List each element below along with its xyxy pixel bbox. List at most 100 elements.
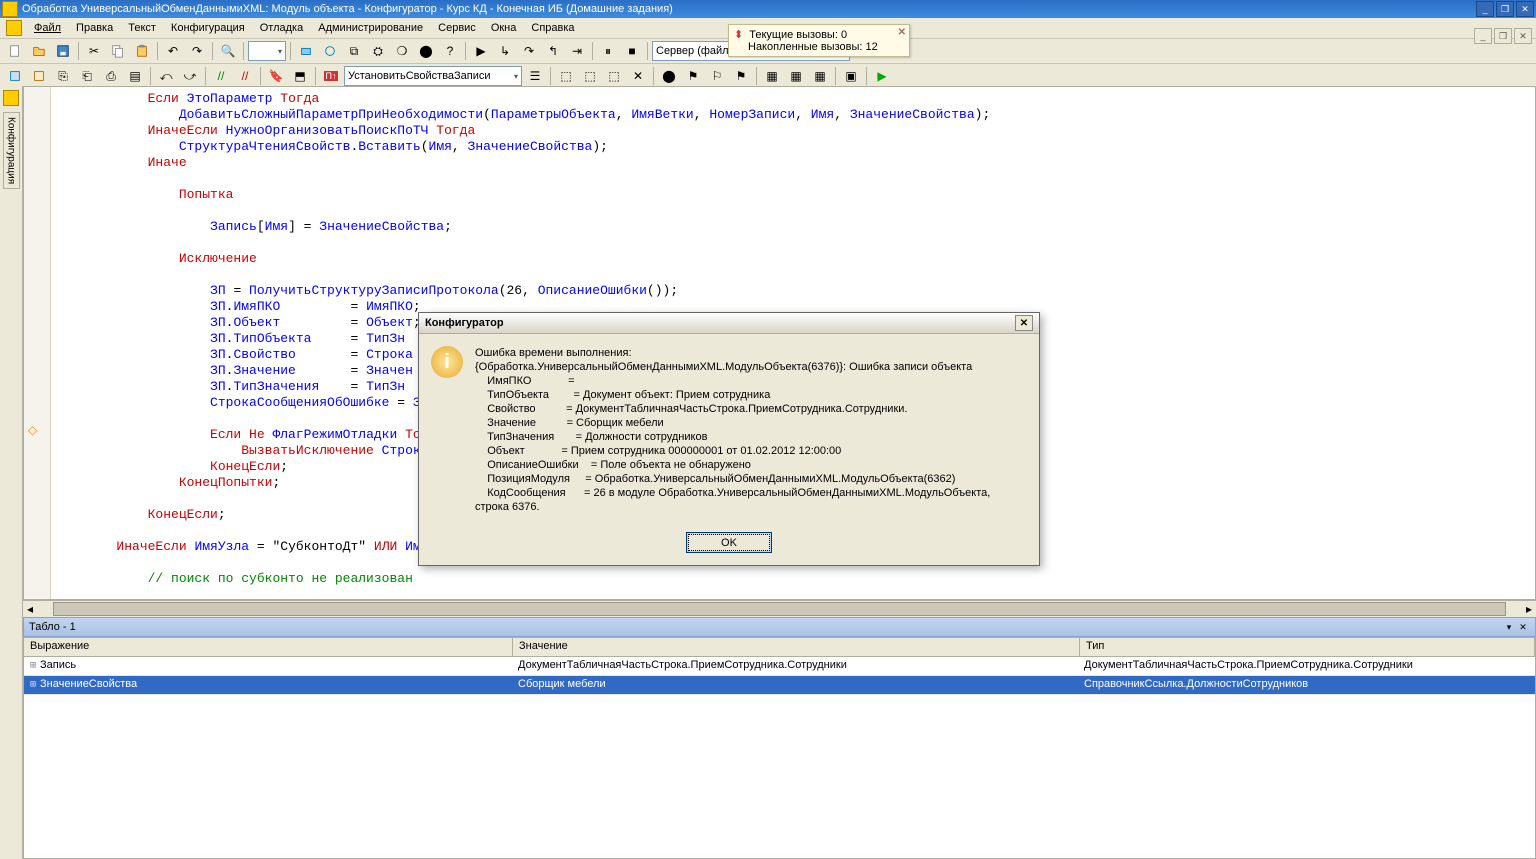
child-window-buttons: _ ❐ ✕ xyxy=(1474,28,1532,44)
minimize-button[interactable]: _ xyxy=(1476,1,1494,17)
sidebar-tab-config[interactable]: Конфигурация xyxy=(3,112,20,189)
calls-info-balloon: ⬍ Текущие вызовы: 0 Накопленные вызовы: … xyxy=(728,24,910,57)
gutter: ◇ xyxy=(24,87,51,599)
tb2-icon-5[interactable]: ⎙ xyxy=(100,65,122,87)
child-minimize-button[interactable]: _ xyxy=(1474,28,1492,44)
debug-stepover-icon[interactable]: ↷ xyxy=(518,40,540,62)
tb2-icon-3[interactable]: ⎘ xyxy=(52,65,74,87)
ok-button[interactable]: OK xyxy=(686,532,772,553)
run-icon[interactable]: ▶ xyxy=(871,65,893,87)
debug-stop-icon[interactable]: ■ xyxy=(621,40,643,62)
copy-icon[interactable] xyxy=(107,40,129,62)
proc-next-icon[interactable]: ☰ xyxy=(524,65,546,87)
restore-button[interactable]: ❐ xyxy=(1496,1,1514,17)
tb2-icon-2[interactable] xyxy=(28,65,50,87)
table-row[interactable]: ⊞ЗначениеСвойства Сборщик мебели Справоч… xyxy=(24,676,1535,695)
menu-edit[interactable]: Правка xyxy=(69,20,120,36)
child-restore-button[interactable]: ❐ xyxy=(1494,28,1512,44)
procedure-combo[interactable]: УстановитьСвойстваЗаписи▾ xyxy=(344,66,522,86)
tb2-icon-8[interactable]: ⤻ xyxy=(179,65,201,87)
menu-service[interactable]: Сервис xyxy=(431,20,483,36)
tb-icon-2[interactable] xyxy=(319,40,341,62)
panel-close-icon[interactable]: ✕ xyxy=(1516,620,1530,634)
dialog-titlebar: Конфигуратор ✕ xyxy=(419,313,1039,334)
current-line-marker: ◇ xyxy=(28,423,37,437)
tb2-icon-13[interactable]: ✕ xyxy=(627,65,649,87)
menu-icon xyxy=(6,20,22,36)
close-button[interactable]: ✕ xyxy=(1516,1,1534,17)
menu-help[interactable]: Справка xyxy=(524,20,581,36)
menu-file[interactable]: Файл xyxy=(27,20,68,36)
tb2-icon-11[interactable]: ⬚ xyxy=(579,65,601,87)
dialog-message: Ошибка времени выполнения: {Обработка.Ун… xyxy=(475,346,1027,514)
tb2-icon-6[interactable]: ▤ xyxy=(124,65,146,87)
debug-stepout-icon[interactable]: ↰ xyxy=(542,40,564,62)
open-icon[interactable] xyxy=(28,40,50,62)
zoom-combo[interactable]: ▾ xyxy=(248,41,286,61)
watch-panel-label: Табло - 1 xyxy=(29,621,76,633)
find-icon[interactable]: 🔍 xyxy=(217,40,239,62)
error-dialog: Конфигуратор ✕ i Ошибка времени выполнен… xyxy=(418,312,1040,566)
tb2-icon-12[interactable]: ⬚ xyxy=(603,65,625,87)
tb2-icon-1[interactable] xyxy=(4,65,26,87)
dialog-close-button[interactable]: ✕ xyxy=(1015,315,1033,331)
tb2-icon-10[interactable]: ⬚ xyxy=(555,65,577,87)
menu-admin[interactable]: Администрирование xyxy=(311,20,430,36)
paste-icon[interactable] xyxy=(131,40,153,62)
help-icon[interactable]: ? xyxy=(439,40,461,62)
flag-icon[interactable]: ⚑ xyxy=(682,65,704,87)
flag2-icon[interactable]: ⚐ xyxy=(706,65,728,87)
watch-panel-title: Табло - 1 ▾ ✕ xyxy=(23,617,1536,637)
tb2-icon-9[interactable]: ⬒ xyxy=(289,65,311,87)
table-row[interactable]: ⊞Запись ДокументТабличнаяЧастьСтрока.При… xyxy=(24,657,1535,676)
tb2-icon-7[interactable]: ⤺ xyxy=(155,65,177,87)
comment-icon[interactable]: // xyxy=(210,65,232,87)
redo-icon[interactable]: ↷ xyxy=(186,40,208,62)
save-icon[interactable] xyxy=(52,40,74,62)
tb2-icon-15[interactable]: ▦ xyxy=(785,65,807,87)
bookmark-icon[interactable]: 🔖 xyxy=(265,65,287,87)
balloon-icon: ⬍ xyxy=(734,29,743,41)
flag3-icon[interactable]: ⚑ xyxy=(730,65,752,87)
info-icon: i xyxy=(431,346,463,378)
tb-icon-1[interactable] xyxy=(295,40,317,62)
tb2-icon-4[interactable]: ⎗ xyxy=(76,65,98,87)
menu-text[interactable]: Текст xyxy=(121,20,163,36)
tb2-icon-16[interactable]: ▦ xyxy=(809,65,831,87)
proc-prev-icon[interactable]: П↑ xyxy=(320,65,342,87)
grid-header: Выражение Значение Тип xyxy=(24,638,1535,657)
window-title: Обработка УниверсальныйОбменДаннымиXML: … xyxy=(22,3,673,15)
horizontal-scrollbar[interactable]: ◂▸ xyxy=(23,600,1536,617)
debug-pause-icon[interactable]: ⏸ xyxy=(597,40,619,62)
sidebar: Конфигурация xyxy=(0,86,23,859)
balloon-close-icon[interactable]: ✕ xyxy=(898,27,906,38)
uncomment-icon[interactable]: // xyxy=(234,65,256,87)
tb-icon-6[interactable]: ⬤ xyxy=(415,40,437,62)
sidebar-icon[interactable] xyxy=(3,90,19,106)
child-close-button[interactable]: ✕ xyxy=(1514,28,1532,44)
menu-config[interactable]: Конфигурация xyxy=(164,20,252,36)
undo-icon[interactable]: ↶ xyxy=(162,40,184,62)
debug-start-icon[interactable]: ▶ xyxy=(470,40,492,62)
tb-icon-4[interactable]: ⛭ xyxy=(367,40,389,62)
header-expression[interactable]: Выражение xyxy=(24,638,513,656)
balloon-line1: Текущие вызовы: 0 xyxy=(749,29,847,41)
header-value[interactable]: Значение xyxy=(513,638,1080,656)
panel-pin-icon[interactable]: ▾ xyxy=(1502,620,1516,634)
watch-grid[interactable]: Выражение Значение Тип ⊞Запись ДокументТ… xyxy=(23,637,1536,859)
tb2-icon-14[interactable]: ▦ xyxy=(761,65,783,87)
tb2-icon-17[interactable]: ▣ xyxy=(840,65,862,87)
debug-stepinto-icon[interactable]: ↳ xyxy=(494,40,516,62)
cut-icon[interactable]: ✂ xyxy=(83,40,105,62)
menu-debug[interactable]: Отладка xyxy=(253,20,310,36)
breakpoint-icon[interactable]: ⬤ xyxy=(658,65,680,87)
tb-icon-3[interactable]: ⧉ xyxy=(343,40,365,62)
menu-windows[interactable]: Окна xyxy=(484,20,524,36)
debug-cursor-icon[interactable]: ⇥ xyxy=(566,40,588,62)
balloon-line2: Накопленные вызовы: 12 xyxy=(748,41,878,53)
dialog-title: Конфигуратор xyxy=(425,317,504,329)
header-type[interactable]: Тип xyxy=(1080,638,1535,656)
tb-icon-5[interactable]: ❍ xyxy=(391,40,413,62)
window-titlebar: Обработка УниверсальныйОбменДаннымиXML: … xyxy=(0,0,1536,18)
new-icon[interactable] xyxy=(4,40,26,62)
